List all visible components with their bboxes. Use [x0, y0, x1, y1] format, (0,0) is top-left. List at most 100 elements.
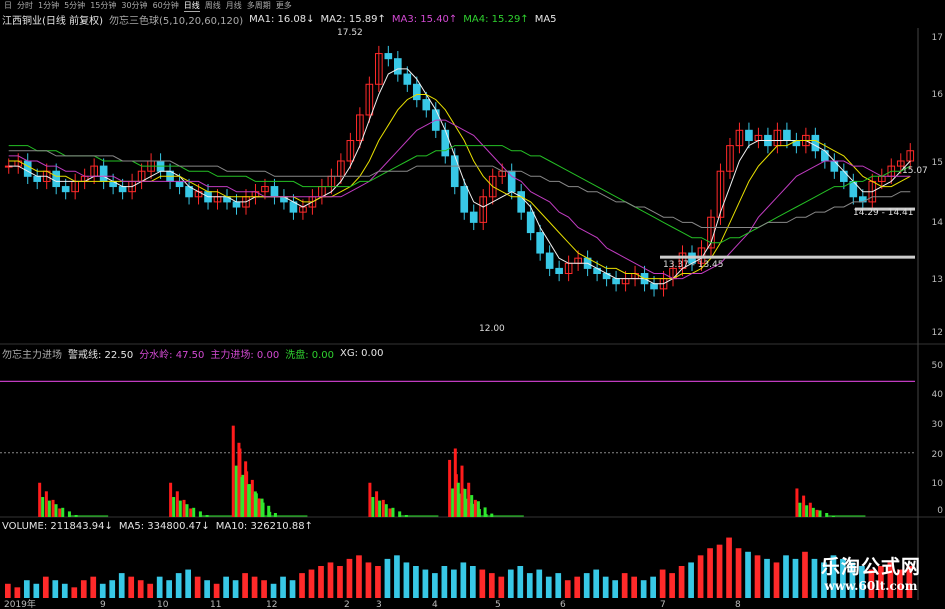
candle-body — [403, 73, 412, 85]
candle-body — [52, 170, 61, 188]
candle-body — [175, 180, 184, 188]
force-bar-red — [182, 499, 186, 517]
support-bar — [660, 255, 915, 259]
watermark-title: 乐淘公式网 — [820, 556, 921, 578]
force-bar-red — [381, 499, 385, 517]
candle-body — [469, 211, 478, 223]
volume-bar — [602, 576, 609, 598]
force-bar-green — [192, 507, 196, 517]
volume-bar — [403, 562, 410, 598]
candle-body — [536, 232, 544, 254]
volume-bar — [451, 569, 457, 598]
volume-bar — [593, 569, 600, 598]
volume-bar — [299, 573, 305, 598]
candle-body — [33, 175, 42, 182]
force-bar-red — [795, 488, 799, 517]
force-bar-green — [253, 491, 257, 517]
force-bar-green — [267, 505, 271, 517]
volume-bar — [365, 562, 372, 598]
volume-bar — [432, 573, 438, 598]
volume-bar — [99, 583, 106, 598]
date-tick-label: 11 — [210, 600, 221, 609]
force-bar-green — [805, 505, 809, 517]
date-tick-label: 2 — [344, 600, 350, 609]
force-bar-red — [368, 482, 372, 517]
volume-bar — [242, 573, 248, 598]
force-axis-label: 20 — [931, 450, 943, 460]
candle-body — [61, 186, 70, 193]
force-bar-red — [815, 509, 819, 517]
force-bar-green — [818, 510, 822, 517]
volume-bar — [5, 583, 11, 598]
volume-bar — [52, 580, 59, 598]
volume-bar — [707, 548, 713, 598]
volume-bar — [726, 537, 732, 598]
volume-bar — [640, 580, 647, 598]
force-axis-label: 0 — [937, 506, 943, 516]
date-tick-label: 2019年 — [4, 598, 36, 609]
volume-bar — [166, 580, 173, 598]
volume-bar — [460, 562, 467, 598]
price-axis-label: 13 — [931, 275, 943, 285]
candle-body — [783, 129, 791, 142]
candle-body — [460, 186, 469, 213]
force-bar-green — [811, 507, 815, 517]
candle-body — [118, 186, 127, 193]
candle-body — [412, 83, 421, 101]
force-bar-red — [808, 502, 812, 517]
force-bar-red — [189, 508, 193, 517]
volume-bar — [564, 580, 571, 598]
force-axis-label: 50 — [931, 361, 943, 371]
force-bar-green — [391, 507, 395, 517]
volume-bar — [688, 562, 694, 598]
volume-bar — [488, 573, 495, 598]
candle-body — [270, 186, 279, 198]
chart-canvas[interactable]: 2019年 9 10 11 12 2 3 4 5 6 7 8 — [0, 0, 945, 609]
ma-line-ma3 — [8, 119, 911, 280]
volume-bar — [223, 576, 229, 598]
force-bar-red — [802, 495, 806, 517]
volume-bar — [792, 558, 799, 598]
volume-bar — [802, 551, 808, 598]
volume-bar — [669, 573, 675, 598]
date-tick-label: 4 — [432, 600, 438, 609]
volume-bar — [213, 583, 220, 598]
candle-body — [830, 160, 839, 172]
volume-bar — [526, 573, 533, 598]
volume-bar — [479, 569, 486, 598]
right-annotation: 15.07 — [902, 166, 928, 176]
force-bar-green — [451, 488, 455, 517]
range-annotation-1: 13.37 - 13.45 — [663, 260, 724, 270]
volume-bar — [536, 569, 543, 598]
force-bar-red — [38, 482, 42, 517]
force-bar-red — [453, 448, 457, 517]
volume-bar — [555, 573, 562, 598]
force-bar-red — [175, 491, 179, 517]
force-bar-green — [476, 501, 480, 517]
force-bar-green — [41, 497, 45, 517]
force-bar-green — [798, 502, 802, 517]
volume-bar — [773, 562, 780, 598]
volume-bar — [498, 576, 505, 598]
volume-bar — [346, 558, 353, 598]
volume-bar — [621, 573, 628, 598]
volume-bar — [422, 569, 429, 598]
force-bar-green — [61, 507, 65, 517]
date-tick-label: 3 — [376, 600, 382, 609]
force-bar-green — [470, 495, 474, 517]
volume-bar — [375, 566, 381, 598]
volume-bar — [156, 576, 163, 598]
volume-bar — [650, 576, 656, 598]
force-bar-red — [44, 491, 48, 517]
volume-bar — [175, 573, 182, 598]
date-tick-label: 10 — [157, 600, 169, 609]
volume-bar — [280, 576, 286, 598]
force-bar-green — [234, 465, 238, 517]
force-bar-red — [51, 499, 55, 517]
ma-line-ma1 — [8, 68, 911, 285]
volume-bar — [327, 562, 334, 598]
candle-body — [745, 129, 753, 142]
price-axis-label: 16 — [931, 90, 943, 100]
price-axis-label: 17 — [931, 33, 943, 43]
force-bar-red — [448, 459, 452, 517]
